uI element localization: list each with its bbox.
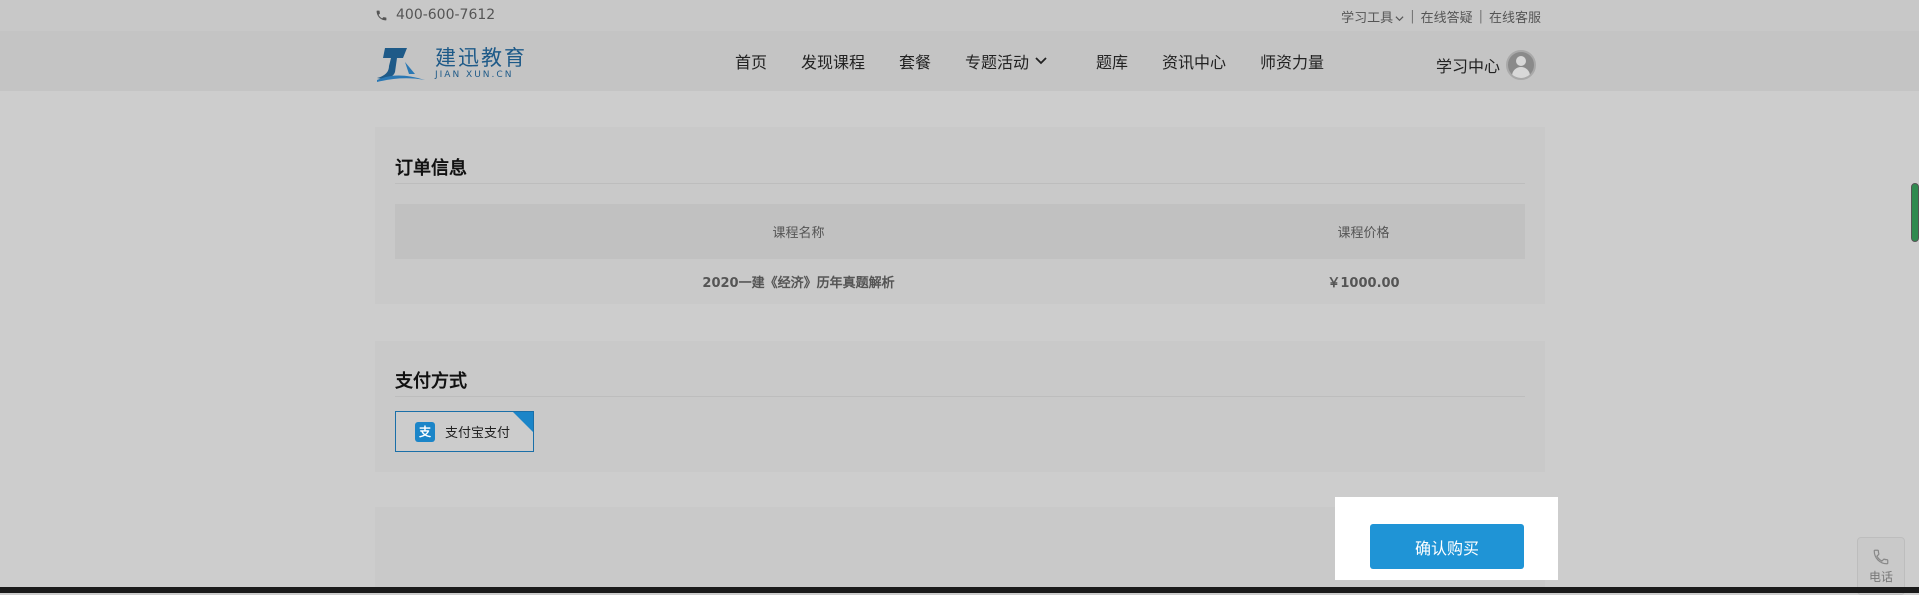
selected-corner-icon (513, 412, 533, 432)
study-tools-label: 学习工具 (1341, 11, 1394, 26)
alipay-option[interactable]: 支 支付宝支付 (395, 411, 534, 452)
chevron-down-icon (1035, 57, 1047, 65)
study-tools-link[interactable]: 学习工具 (1341, 7, 1404, 26)
phone-number: 400-600-7612 (396, 7, 496, 23)
payment-method-title: 支付方式 (395, 371, 467, 392)
nav-home[interactable]: 首页 (735, 49, 767, 73)
phone-icon (1873, 549, 1889, 565)
alipay-label: 支付宝支付 (445, 426, 511, 441)
nav-packages[interactable]: 套餐 (899, 49, 931, 73)
nav-news[interactable]: 资讯中心 (1162, 49, 1226, 73)
nav-courses[interactable]: 发现课程 (801, 49, 865, 73)
divider: | (1478, 9, 1483, 24)
column-header-course: 课程名称 (772, 226, 825, 241)
divider: | (1410, 9, 1415, 24)
nav-teachers[interactable]: 师资力量 (1260, 49, 1324, 73)
top-links: 学习工具 | 在线答疑 | 在线客服 (1341, 7, 1541, 26)
divider (395, 183, 1525, 184)
course-price-cell: ￥1000.00 (1327, 276, 1400, 291)
scrollbar-thumb[interactable] (1911, 183, 1919, 242)
order-info-title: 订单信息 (395, 158, 467, 179)
payment-method-panel: 支付方式 支 支付宝支付 (375, 341, 1545, 472)
divider (395, 396, 1525, 397)
side-phone-label: 电话 (1868, 570, 1893, 584)
avatar[interactable] (1506, 50, 1537, 80)
top-bar: 400-600-7612 学习工具 | 在线答疑 | 在线客服 (0, 0, 1919, 31)
phone-icon (376, 10, 387, 20)
learning-center[interactable]: 学习中心 (1436, 50, 1537, 80)
nav-question-bank[interactable]: 题库 (1096, 49, 1128, 73)
confirm-purchase-button[interactable]: 确认购买 (1370, 524, 1524, 569)
phone-info: 400-600-7612 (375, 7, 495, 23)
chevron-down-icon (1395, 16, 1404, 22)
footer-bar (0, 587, 1919, 593)
online-service-link[interactable]: 在线客服 (1489, 7, 1541, 26)
main-nav: 建迅教育 JIAN XUN.CN 首页 发现课程 套餐 专题活动 题库 资讯中心… (0, 31, 1919, 91)
table-row: 2020一建《经济》历年真题解析 ￥1000.00 (395, 259, 1525, 304)
alipay-icon: 支 (415, 421, 435, 442)
nav-menu: 首页 发现课程 套餐 专题活动 题库 资讯中心 师资力量 (0, 31, 1919, 91)
nav-topics-label: 专题活动 (965, 53, 1030, 72)
confirm-highlight: 确认购买 (1335, 497, 1558, 580)
learning-center-label: 学习中心 (1436, 57, 1501, 76)
course-name-cell: 2020一建《经济》历年真题解析 (702, 276, 895, 291)
nav-topics[interactable]: 专题活动 (965, 49, 1047, 73)
column-header-price: 课程价格 (1337, 226, 1390, 241)
online-qa-link[interactable]: 在线答疑 (1421, 7, 1473, 26)
order-table-header: 课程名称 课程价格 (395, 204, 1525, 259)
order-info-panel: 订单信息 课程名称 课程价格 2020一建《经济》历年真题解析 ￥1000.00 (375, 127, 1545, 304)
